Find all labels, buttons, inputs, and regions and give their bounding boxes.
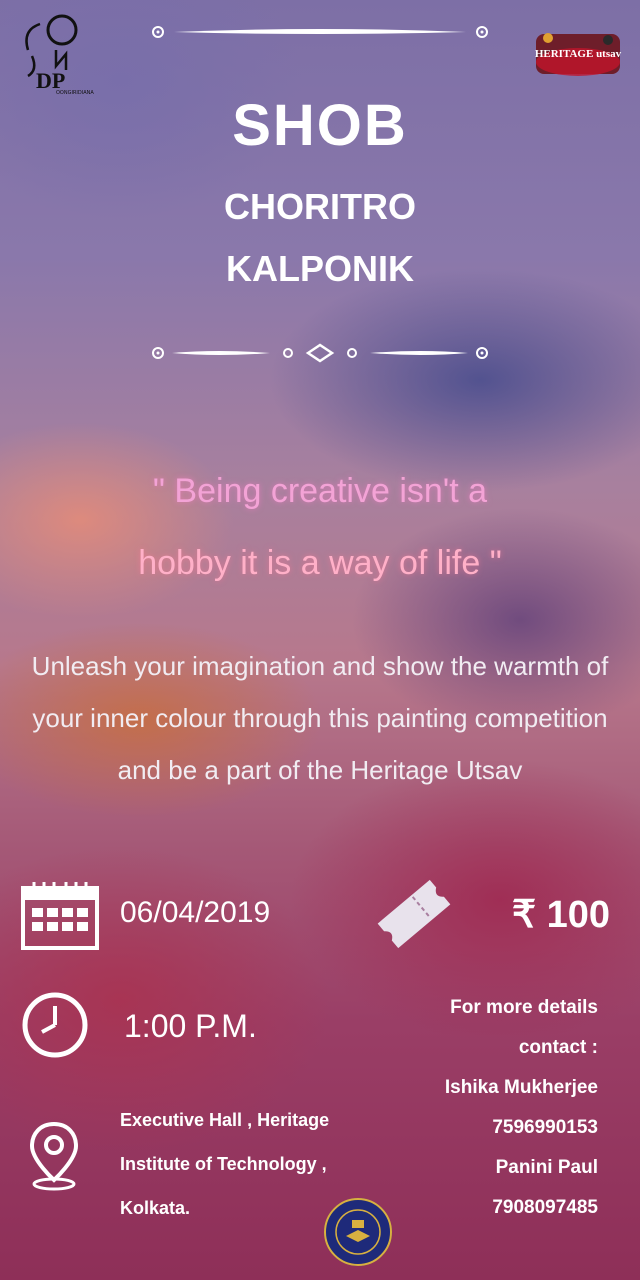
event-date: 06/04/2019 <box>120 896 271 929</box>
event-title-line3: KALPONIK <box>226 248 414 289</box>
contact-heading-line1: For more details <box>450 997 598 1018</box>
event-poster: DP OONGIRIDIANA HERITAGE utsav SHOB CHOR… <box>0 0 640 1280</box>
contact-name-1: Ishika Mukherjee <box>444 1077 598 1098</box>
ticket-icon <box>377 879 451 949</box>
contact-name-2: Panini Paul <box>495 1157 598 1178</box>
top-ornament-divider <box>152 26 488 38</box>
venue-line1: Executive Hall , Heritage <box>120 1110 330 1130</box>
venue-line2: Institute of Technology , <box>120 1154 327 1174</box>
ticket-price: ₹ 100 <box>511 894 610 936</box>
heritage-utsav-logo: HERITAGE utsav <box>528 28 628 88</box>
quote-line2: hobby it is a way of life " <box>138 544 502 582</box>
event-title-line2: CHORITRO <box>224 186 416 227</box>
event-title-line1: SHOB <box>232 93 408 158</box>
institute-seal <box>322 1196 394 1268</box>
contact-heading-line2: contact : <box>518 1037 598 1058</box>
event-description: Unleash your imagination and show the wa… <box>31 651 609 785</box>
clock-icon <box>22 992 88 1058</box>
club-logo: DP OONGIRIDIANA <box>18 10 94 100</box>
quote-line1: " Being creative isn't a <box>152 472 488 510</box>
event-time: 1:00 P.M. <box>124 1008 257 1044</box>
contact-phone-2[interactable]: 7908097485 <box>358 1188 598 1228</box>
heritage-utsav-logo-text: HERITAGE utsav <box>534 48 622 60</box>
contact-phone-1[interactable]: 7596990153 <box>358 1108 598 1148</box>
location-pin-icon <box>29 1121 79 1191</box>
calendar-icon <box>21 882 99 950</box>
middle-ornament-divider <box>152 343 488 363</box>
contact-block: For more details contact : Ishika Mukher… <box>358 988 598 1228</box>
